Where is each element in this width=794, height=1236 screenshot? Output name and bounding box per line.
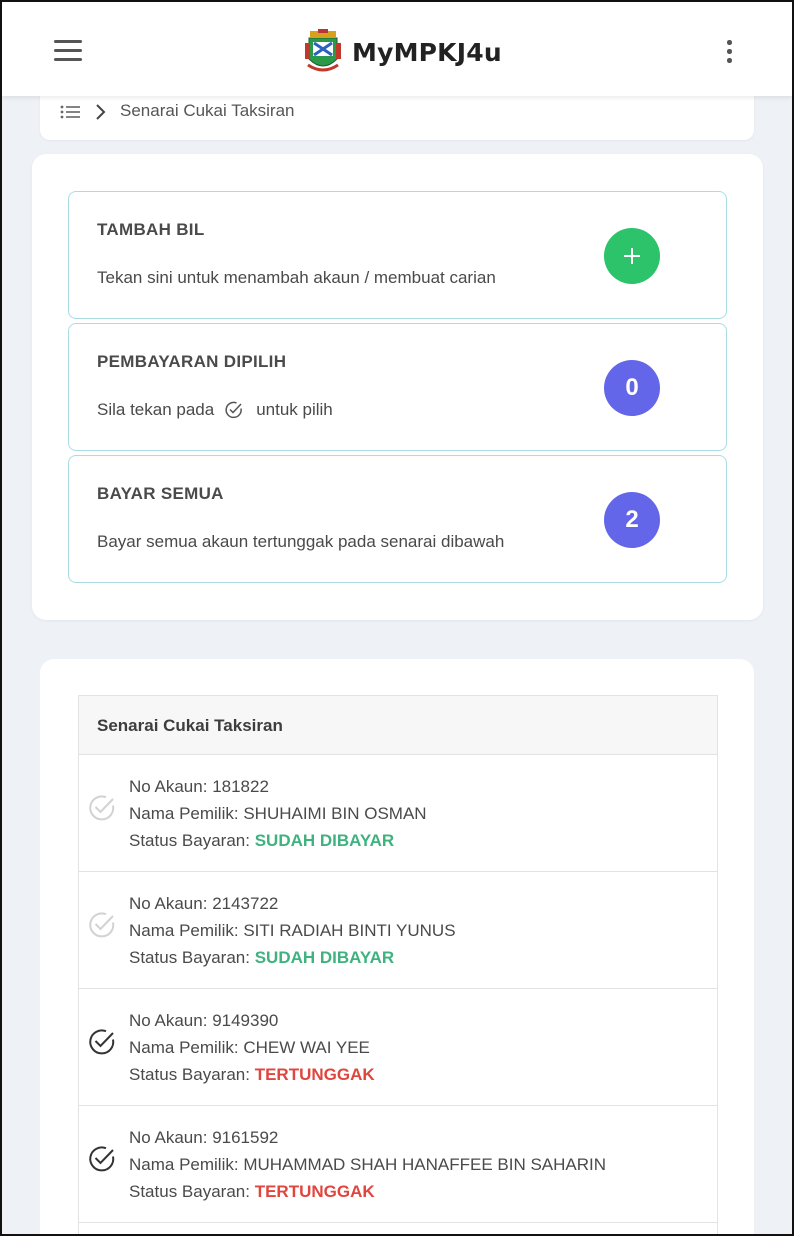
check-circle-icon [225,401,243,419]
account-line: No Akaun: 2143722 [129,890,456,917]
owner-label: Nama Pemilik: [129,804,239,823]
add-bill-box[interactable]: TAMBAH BIL Tekan sini untuk menambah aka… [68,191,727,319]
owner-line: Nama Pemilik: MUHAMMAD SHAH HANAFFEE BIN… [129,1151,606,1178]
status-line: Status Bayaran: TERTUNGGAK [129,1178,606,1205]
pay-all-description: Bayar semua akaun tertunggak pada senara… [97,532,505,551]
pay-all-title: BAYAR SEMUA [97,484,224,503]
plus-icon [624,248,640,264]
check-circle-icon[interactable] [87,1027,117,1057]
status-line: Status Bayaran: TERTUNGGAK [129,1061,375,1088]
owner-name: SITI RADIAH BINTI YUNUS [243,921,456,940]
add-bill-button[interactable] [604,228,660,284]
chevron-right-icon [96,104,106,120]
selected-payment-desc-before: Sila tekan pada [97,400,215,419]
account-number: 181822 [212,777,269,796]
list-item[interactable]: No Akaun: 9149390 Nama Pemilik: CHEW WAI… [79,989,717,1106]
account-line: No Akaun: 9161592 [129,1124,606,1151]
list-header: Senarai Cukai Taksiran [79,696,717,755]
account-line: No Akaun: 9149390 [129,1007,375,1034]
owner-label: Nama Pemilik: [129,921,239,940]
status-label: Status Bayaran: [129,1182,250,1201]
selected-payment-description: Sila tekan pada untuk pilih [97,400,333,420]
account-label: No Akaun: [129,777,208,796]
app-bar: MyMPKJ4u [2,2,792,96]
check-circle-icon[interactable] [87,910,117,940]
selected-payment-box[interactable]: PEMBAYARAN DIPILIH Sila tekan pada untuk… [68,323,727,451]
status-badge: TERTUNGGAK [254,1182,375,1201]
owner-name: MUHAMMAD SHAH HANAFFEE BIN SAHARIN [243,1155,607,1174]
owner-line: Nama Pemilik: SITI RADIAH BINTI YUNUS [129,917,456,944]
selected-payment-title: PEMBAYARAN DIPILIH [97,352,287,371]
council-logo-icon [305,29,341,72]
list-item[interactable]: No Akaun: 181822 Nama Pemilik: SHUHAIMI … [79,755,717,872]
actions-card: TAMBAH BIL Tekan sini untuk menambah aka… [32,154,763,620]
account-number: 9161592 [212,1128,279,1147]
status-line: Status Bayaran: SUDAH DIBAYAR [129,827,427,854]
account-number: 9149390 [212,1011,279,1030]
status-badge: TERTUNGGAK [254,1065,375,1084]
owner-label: Nama Pemilik: [129,1155,239,1174]
list-icon[interactable] [60,105,80,119]
list-item-details: No Akaun: 181822 Nama Pemilik: SHUHAIMI … [129,773,427,854]
pay-all-count[interactable]: 2 [604,492,660,548]
status-line: Status Bayaran: SUDAH DIBAYAR [129,944,456,971]
owner-name: SHUHAIMI BIN OSMAN [243,804,427,823]
list-item-details: No Akaun: 9161592 Nama Pemilik: MUHAMMAD… [129,1124,606,1205]
assessment-list: Senarai Cukai Taksiran No Akaun: 181822 … [78,695,718,1236]
status-label: Status Bayaran: [129,831,250,850]
pay-all-box[interactable]: BAYAR SEMUA Bayar semua akaun tertunggak… [68,455,727,583]
owner-line: Nama Pemilik: SHUHAIMI BIN OSMAN [129,800,427,827]
list-item[interactable]: No Akaun: 2143722 Nama Pemilik: SITI RAD… [79,872,717,989]
menu-icon[interactable] [54,40,84,62]
check-circle-icon[interactable] [87,1144,117,1174]
status-label: Status Bayaran: [129,1065,250,1084]
brand[interactable]: MyMPKJ4u [304,28,502,76]
app-title: MyMPKJ4u [352,37,502,67]
list-item[interactable]: No Akaun: 9161592 Nama Pemilik: MUHAMMAD… [79,1106,717,1223]
owner-label: Nama Pemilik: [129,1038,239,1057]
account-number: 2143722 [212,894,279,913]
account-label: No Akaun: [129,894,208,913]
owner-line: Nama Pemilik: CHEW WAI YEE [129,1034,375,1061]
status-label: Status Bayaran: [129,948,250,967]
list-item-details: No Akaun: 2143722 Nama Pemilik: SITI RAD… [129,890,456,971]
account-label: No Akaun: [129,1011,208,1030]
account-label: No Akaun: [129,1128,208,1147]
more-options-icon[interactable] [724,40,734,66]
status-badge: SUDAH DIBAYAR [254,831,395,850]
status-badge: SUDAH DIBAYAR [254,948,395,967]
add-bill-description: Tekan sini untuk menambah akaun / membua… [97,268,496,287]
account-line: No Akaun: 181822 [129,773,427,800]
selected-payment-desc-after: untuk pilih [256,400,333,419]
owner-name: CHEW WAI YEE [243,1038,370,1057]
breadcrumb-current: Senarai Cukai Taksiran [120,101,295,120]
selected-payment-count[interactable]: 0 [604,360,660,416]
assessment-list-card: Senarai Cukai Taksiran No Akaun: 181822 … [40,659,754,1236]
check-circle-icon[interactable] [87,793,117,823]
list-item-details: No Akaun: 9149390 Nama Pemilik: CHEW WAI… [129,1007,375,1088]
add-bill-title: TAMBAH BIL [97,220,205,239]
